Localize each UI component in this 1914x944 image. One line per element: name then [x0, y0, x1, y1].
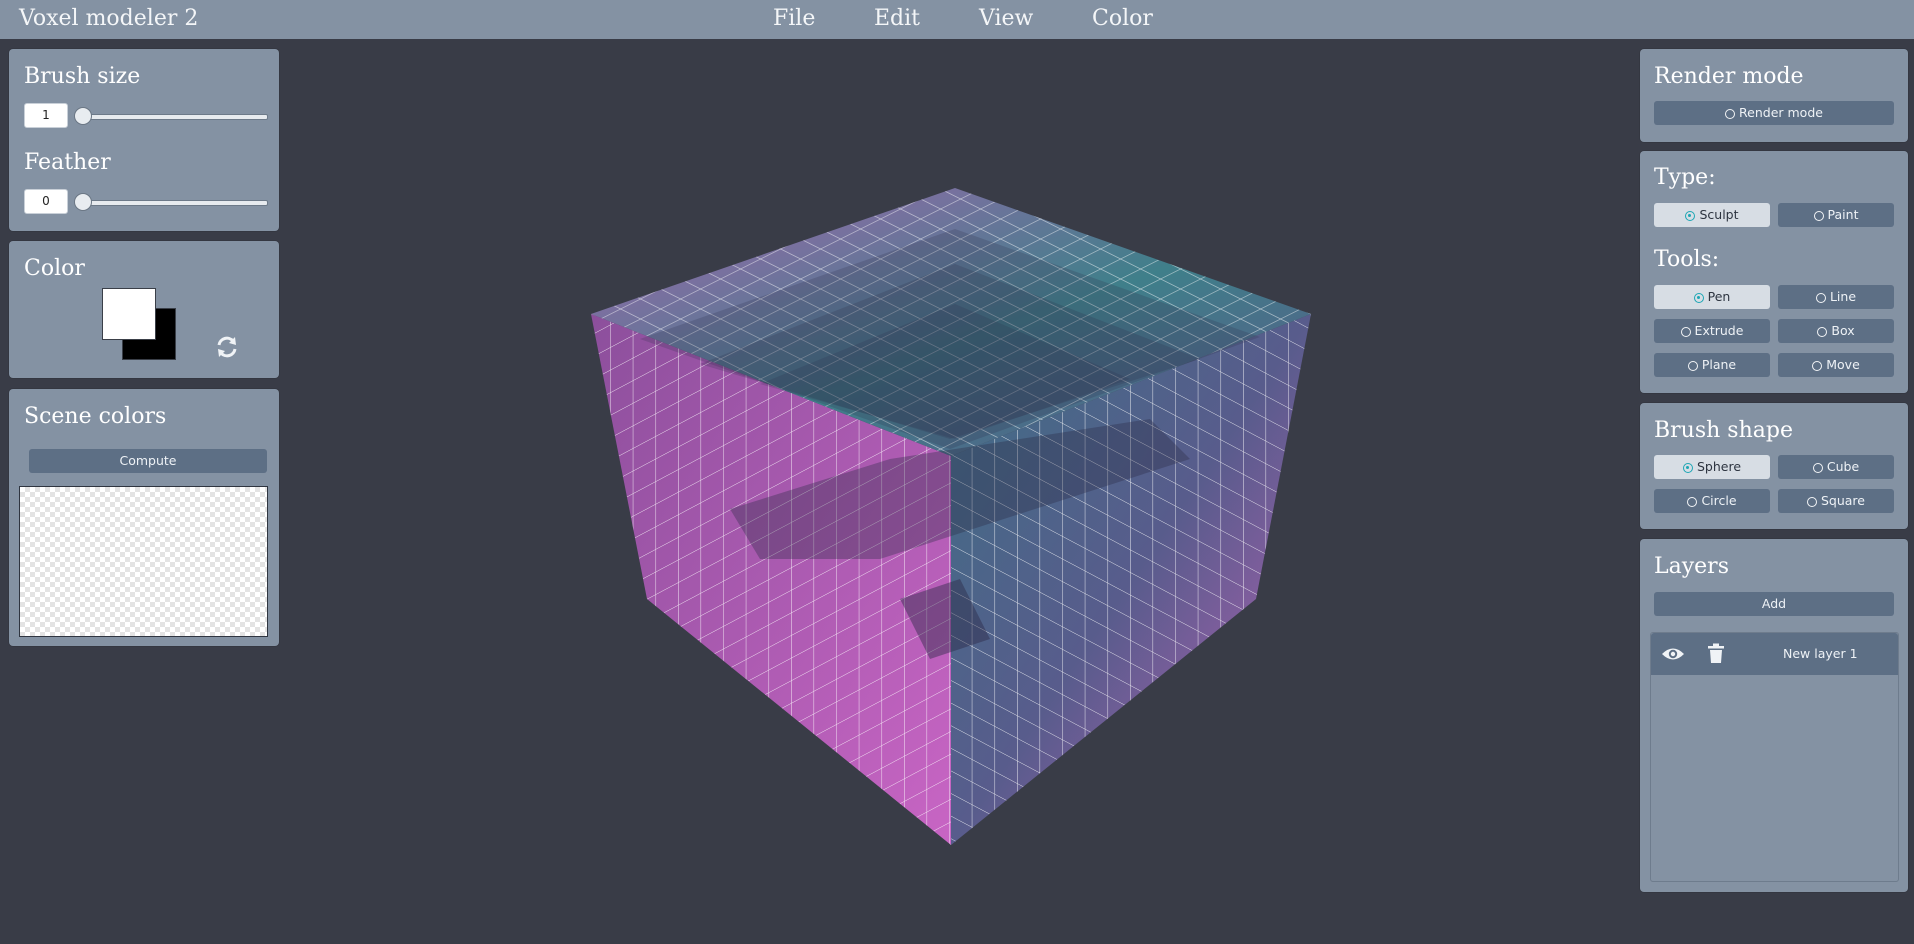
- radio-icon: [1813, 211, 1824, 221]
- color-panel: Color: [9, 241, 279, 378]
- menu-bar: Voxel modeler 2 File Edit View Color: [0, 0, 1914, 39]
- type-title: Type:: [1654, 165, 1716, 190]
- tool-box-button[interactable]: Box: [1778, 319, 1894, 343]
- tool-pen-label: Pen: [1707, 289, 1731, 304]
- radio-icon: [1680, 327, 1691, 337]
- radio-icon: [1817, 327, 1828, 337]
- radio-icon: [1693, 293, 1704, 303]
- radio-icon: [1682, 463, 1693, 473]
- tool-line-button[interactable]: Line: [1778, 285, 1894, 309]
- type-sculpt-button[interactable]: Sculpt: [1654, 203, 1770, 227]
- radio-icon: [1815, 293, 1826, 303]
- type-tools-panel: Type: Sculpt Paint Tools: Pen Line Extru…: [1640, 151, 1908, 393]
- brush-panel: Brush size 1 Feather 0: [9, 49, 279, 231]
- shape-square-button[interactable]: Square: [1778, 489, 1894, 513]
- type-paint-label: Paint: [1827, 207, 1859, 222]
- app-title: Voxel modeler 2: [19, 6, 199, 31]
- layers-title: Layers: [1654, 554, 1729, 579]
- type-paint-button[interactable]: Paint: [1778, 203, 1894, 227]
- render-mode-panel: Render mode Render mode: [1640, 49, 1908, 142]
- layer-name: New layer 1: [1783, 646, 1858, 661]
- menu-color[interactable]: Color: [1092, 6, 1153, 31]
- feather-slider-thumb[interactable]: [74, 193, 92, 211]
- tool-plane-label: Plane: [1701, 357, 1737, 372]
- brush-size-slider-thumb[interactable]: [74, 107, 92, 125]
- trash-icon[interactable]: [1707, 643, 1725, 664]
- primary-color-swatch[interactable]: [102, 288, 156, 340]
- brush-shape-panel: Brush shape Sphere Cube Circle Square: [1640, 403, 1908, 529]
- eye-icon[interactable]: [1661, 645, 1685, 663]
- radio-icon: [1725, 109, 1736, 119]
- tool-pen-button[interactable]: Pen: [1654, 285, 1770, 309]
- shape-square-label: Square: [1820, 493, 1865, 508]
- tool-move-label: Move: [1826, 357, 1860, 372]
- brush-size-label: Brush size: [24, 64, 141, 89]
- brush-size-input[interactable]: 1: [24, 103, 68, 128]
- tool-move-button[interactable]: Move: [1778, 353, 1894, 377]
- radio-icon: [1806, 497, 1817, 507]
- menu-view[interactable]: View: [979, 6, 1033, 31]
- feather-input[interactable]: 0: [24, 189, 68, 214]
- tool-line-label: Line: [1829, 289, 1857, 304]
- shape-sphere-button[interactable]: Sphere: [1654, 455, 1770, 479]
- render-mode-title: Render mode: [1654, 64, 1804, 89]
- radio-icon: [1687, 497, 1698, 507]
- tool-box-label: Box: [1831, 323, 1855, 338]
- feather-slider[interactable]: [78, 200, 268, 206]
- menu-file[interactable]: File: [773, 6, 815, 31]
- shape-sphere-label: Sphere: [1696, 459, 1742, 474]
- 3d-viewport[interactable]: [0, 39, 1914, 944]
- tools-title: Tools:: [1654, 247, 1720, 272]
- tool-extrude-button[interactable]: Extrude: [1654, 319, 1770, 343]
- menu-edit[interactable]: Edit: [874, 6, 920, 31]
- voxel-model[interactable]: [591, 188, 1311, 845]
- brush-size-slider[interactable]: [78, 114, 268, 120]
- shape-cube-button[interactable]: Cube: [1778, 455, 1894, 479]
- layers-list: New layer 1: [1650, 632, 1899, 882]
- radio-icon: [1687, 361, 1698, 371]
- shape-cube-label: Cube: [1826, 459, 1860, 474]
- radio-icon: [1685, 211, 1696, 221]
- radio-icon: [1812, 361, 1823, 371]
- render-mode-button[interactable]: Render mode: [1654, 101, 1894, 125]
- tool-plane-button[interactable]: Plane: [1654, 353, 1770, 377]
- brush-shape-title: Brush shape: [1654, 418, 1793, 443]
- scene-colors-canvas: [19, 486, 268, 637]
- layer-row[interactable]: New layer 1: [1651, 633, 1898, 675]
- render-mode-button-label: Render mode: [1739, 105, 1823, 120]
- tool-extrude-label: Extrude: [1694, 323, 1744, 338]
- add-layer-button[interactable]: Add: [1654, 592, 1894, 616]
- swap-icon[interactable]: [214, 334, 240, 360]
- feather-label: Feather: [24, 150, 111, 175]
- type-sculpt-label: Sculpt: [1699, 207, 1739, 222]
- scene-colors-title: Scene colors: [24, 404, 167, 429]
- color-panel-title: Color: [24, 256, 85, 281]
- compute-button[interactable]: Compute: [29, 449, 267, 473]
- shape-circle-label: Circle: [1701, 493, 1737, 508]
- radio-icon: [1812, 463, 1823, 473]
- shape-circle-button[interactable]: Circle: [1654, 489, 1770, 513]
